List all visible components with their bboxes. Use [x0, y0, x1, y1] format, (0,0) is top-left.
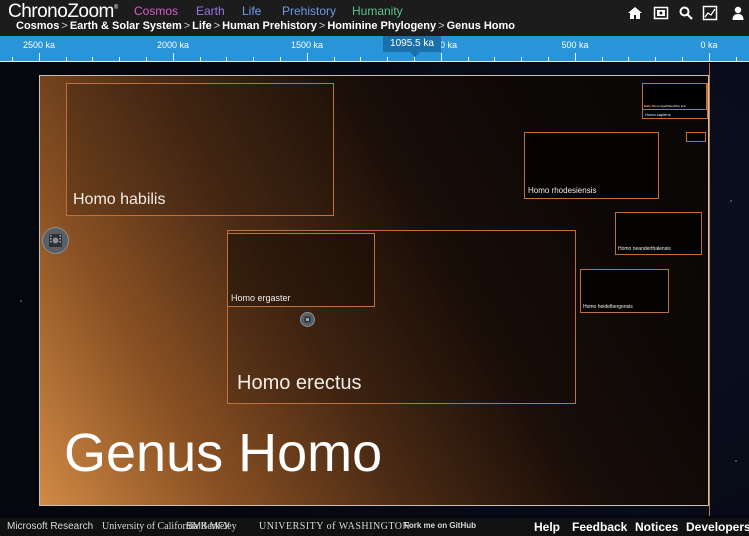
exhibit-homo-rhodesiensis[interactable]: Homo rhodesiensis [524, 132, 659, 199]
exhibit-label: Homo heidelbergensis [583, 304, 633, 310]
github-fork-link[interactable]: Fork me on GitHub [404, 521, 476, 530]
breadcrumb-item[interactable]: Hominine Phylogeny [327, 20, 436, 32]
minor-tick [655, 57, 657, 61]
major-tick [38, 53, 40, 61]
minor-tick [92, 57, 94, 61]
breadcrumb-item[interactable]: Genus Homo [447, 20, 515, 32]
minor-tick [735, 57, 737, 61]
major-tick [306, 53, 308, 61]
tick-label: 1500 ka [290, 40, 324, 50]
tick-label: 2000 ka [156, 40, 190, 50]
major-tick [574, 53, 576, 61]
minor-tick [199, 57, 201, 61]
partner-microsoft-research[interactable]: Microsoft Research [7, 521, 93, 532]
breadcrumb-separator: > [318, 20, 326, 32]
breadcrumb-separator: > [438, 20, 445, 32]
timeline-ruler[interactable]: 2500 ka 2000 ka 1500 ka 1000 ka 500 ka 0… [0, 36, 749, 62]
minor-tick [146, 57, 147, 61]
breadcrumb-separator: > [183, 20, 191, 32]
exhibit-title: Genus Homo [64, 423, 383, 483]
nav-life[interactable]: Life [242, 4, 261, 18]
minor-tick [521, 57, 523, 61]
nav-prehistory[interactable]: Prehistory [282, 4, 336, 18]
nav-cosmos[interactable]: Cosmos [134, 4, 178, 18]
star-dot [20, 300, 22, 302]
search-icon[interactable] [678, 5, 694, 21]
minor-tick [226, 57, 228, 61]
minor-tick [628, 57, 630, 61]
media-icon [304, 316, 311, 323]
tour-icon[interactable] [653, 5, 669, 21]
present-day-line [709, 63, 710, 516]
header-bar: ChronoZoom® Cosmos Earth Life Prehistory… [0, 0, 749, 36]
chart-icon[interactable] [702, 5, 718, 21]
timeline-current-marker: 1095.5 ka [383, 36, 441, 52]
exhibit-label: Homo ergaster [231, 293, 291, 303]
partner-university-of-washington[interactable]: UNIVERSITY of WASHINGTON [259, 521, 410, 532]
exhibit-early-stone-age[interactable]: Early Stone Age/Paleolithic Era [642, 83, 707, 110]
home-icon[interactable] [627, 5, 643, 21]
developers-link[interactable]: Developers [686, 520, 749, 534]
star-dot [735, 460, 737, 462]
exhibit-label: Homo sapiens [645, 112, 671, 117]
minor-tick [65, 57, 67, 61]
notices-link[interactable]: Notices [635, 520, 678, 534]
breadcrumb-item[interactable]: Life [192, 20, 212, 32]
major-tick [172, 53, 174, 61]
minor-tick [601, 57, 603, 61]
exhibit-homo-habilis[interactable]: Homo habilis [66, 83, 334, 216]
film-icon [49, 234, 62, 247]
minor-tick [12, 57, 13, 61]
minor-tick [548, 57, 549, 61]
minor-tick [333, 57, 335, 61]
user-icon[interactable] [730, 5, 746, 21]
breadcrumb-separator: > [61, 20, 68, 32]
minor-tick [253, 57, 255, 61]
breadcrumb-separator: > [213, 20, 221, 32]
minor-tick [467, 57, 469, 61]
partner-vmk-mgu[interactable]: ВМК МГУ [186, 521, 230, 532]
exhibit-homo-heidelbergensis[interactable]: Homo heidelbergensis [580, 269, 669, 313]
minor-tick [280, 57, 281, 61]
minor-tick [414, 57, 415, 61]
minor-tick [682, 57, 683, 61]
breadcrumb-item[interactable]: Cosmos [16, 20, 59, 32]
star-dot [730, 200, 732, 202]
minor-tick [494, 57, 496, 61]
exhibit-small-item[interactable] [686, 132, 706, 142]
minor-tick [119, 57, 121, 61]
exhibit-label: Early Stone Age/Paleolithic Era [644, 104, 686, 108]
media-button[interactable] [300, 312, 315, 327]
logo-text: ChronoZoom [8, 1, 114, 22]
exhibit-homo-neanderthalensis[interactable]: Homo neanderthalensis [615, 212, 702, 255]
logo-mark: ® [113, 5, 118, 11]
nav-humanity[interactable]: Humanity [352, 4, 403, 18]
major-tick [440, 53, 442, 61]
tour-button[interactable] [42, 227, 69, 254]
tick-label: 500 ka [561, 40, 589, 50]
help-link[interactable]: Help [534, 520, 560, 534]
exhibit-label: Homo habilis [73, 191, 166, 208]
feedback-link[interactable]: Feedback [572, 520, 627, 534]
exhibit-label: Homo erectus [237, 372, 362, 394]
major-tick [708, 53, 710, 61]
minor-tick [360, 57, 362, 61]
exhibit-homo-ergaster[interactable]: Homo ergaster [227, 233, 375, 307]
minor-tick [387, 57, 389, 61]
breadcrumb-item[interactable]: Earth & Solar System [70, 20, 182, 32]
exhibit-label: Homo neanderthalensis [618, 246, 671, 252]
breadcrumb: Cosmos > Earth & Solar System > Life > Human P… [16, 20, 515, 32]
tick-label: 0 ka [700, 40, 718, 50]
breadcrumb-item[interactable]: Human Prehistory [222, 20, 317, 32]
exhibit-label: Homo rhodesiensis [528, 186, 597, 195]
nav-earth[interactable]: Earth [196, 4, 225, 18]
tick-label: 2500 ka [22, 40, 56, 50]
footer: Microsoft Research University of Califor… [0, 518, 749, 536]
timeline-marker-arrow [410, 52, 420, 57]
